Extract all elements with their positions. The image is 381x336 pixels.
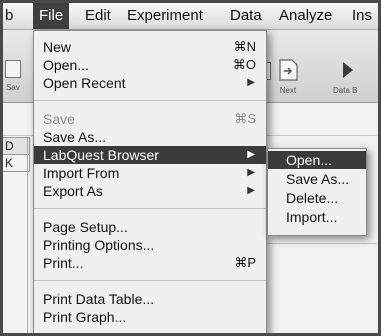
- submenu-arrow-icon: ▶: [247, 149, 255, 160]
- table-divider: [27, 137, 28, 333]
- submenu-arrow-icon: ▶: [247, 185, 255, 196]
- menu-item-printing-options[interactable]: Printing Options...: [34, 236, 266, 254]
- menu-separator: [34, 100, 266, 101]
- menu-item-page-setup[interactable]: Page Setup...: [34, 218, 266, 236]
- file-menu: New ⌘N Open... ⌘O Open Recent ▶ Save ⌘S Save…: [33, 30, 267, 333]
- submenu-arrow-icon: ▶: [247, 167, 255, 178]
- menu-item-save[interactable]: Save ⌘S: [34, 110, 266, 128]
- menu-edit[interactable]: Edit: [79, 3, 117, 29]
- data-browser-icon[interactable]: [338, 60, 356, 80]
- save-icon[interactable]: [5, 60, 21, 78]
- menu-insert-stub[interactable]: Ins: [346, 3, 378, 29]
- menu-experiment[interactable]: Experiment: [121, 3, 209, 29]
- table-header-cell: D: [3, 137, 30, 155]
- labquest-browser-submenu: Open... Save As... Delete... Import...: [267, 148, 367, 236]
- menu-item-print[interactable]: Print... ⌘P: [34, 254, 266, 272]
- menu-file[interactable]: File: [33, 3, 70, 29]
- menu-item-print-data-table[interactable]: Print Data Table...: [34, 290, 266, 308]
- menu-item-save-as[interactable]: Save As...: [34, 128, 266, 146]
- menu-help-stub[interactable]: b: [3, 3, 19, 29]
- menu-item-open-recent[interactable]: Open Recent ▶: [34, 74, 266, 92]
- menu-item-import-from[interactable]: Import From ▶: [34, 164, 266, 182]
- menu-item-print-graph[interactable]: Print Graph...: [34, 308, 266, 326]
- menu-analyze[interactable]: Analyze: [273, 3, 338, 29]
- submenu-arrow-icon: ▶: [247, 77, 255, 88]
- submenu-item-delete[interactable]: Delete...: [268, 189, 366, 207]
- submenu-item-import[interactable]: Import...: [268, 208, 366, 226]
- menu-item-open[interactable]: Open... ⌘O: [34, 56, 266, 74]
- next-page-icon[interactable]: [273, 58, 303, 82]
- app-window: b File Edit Experiment Data Analyze Ins …: [3, 3, 378, 333]
- menu-data[interactable]: Data: [224, 3, 268, 29]
- menu-item-export-as[interactable]: Export As ▶: [34, 182, 266, 200]
- toolbar-save-label: Sav: [6, 83, 20, 92]
- menu-item-new[interactable]: New ⌘N: [34, 38, 266, 56]
- menu-bar: b File Edit Experiment Data Analyze Ins: [3, 3, 378, 30]
- menu-separator: [34, 208, 266, 209]
- menu-separator: [34, 280, 266, 281]
- submenu-item-save-as[interactable]: Save As...: [268, 170, 366, 188]
- table-row-cell: K: [3, 154, 30, 172]
- submenu-item-open[interactable]: Open...: [268, 151, 366, 169]
- menu-item-labquest-browser[interactable]: LabQuest Browser ▶: [34, 146, 266, 164]
- toolbar-next-label: Next: [279, 86, 297, 95]
- table-rule: [265, 243, 378, 244]
- toolbar-data-label: Data B: [333, 86, 358, 95]
